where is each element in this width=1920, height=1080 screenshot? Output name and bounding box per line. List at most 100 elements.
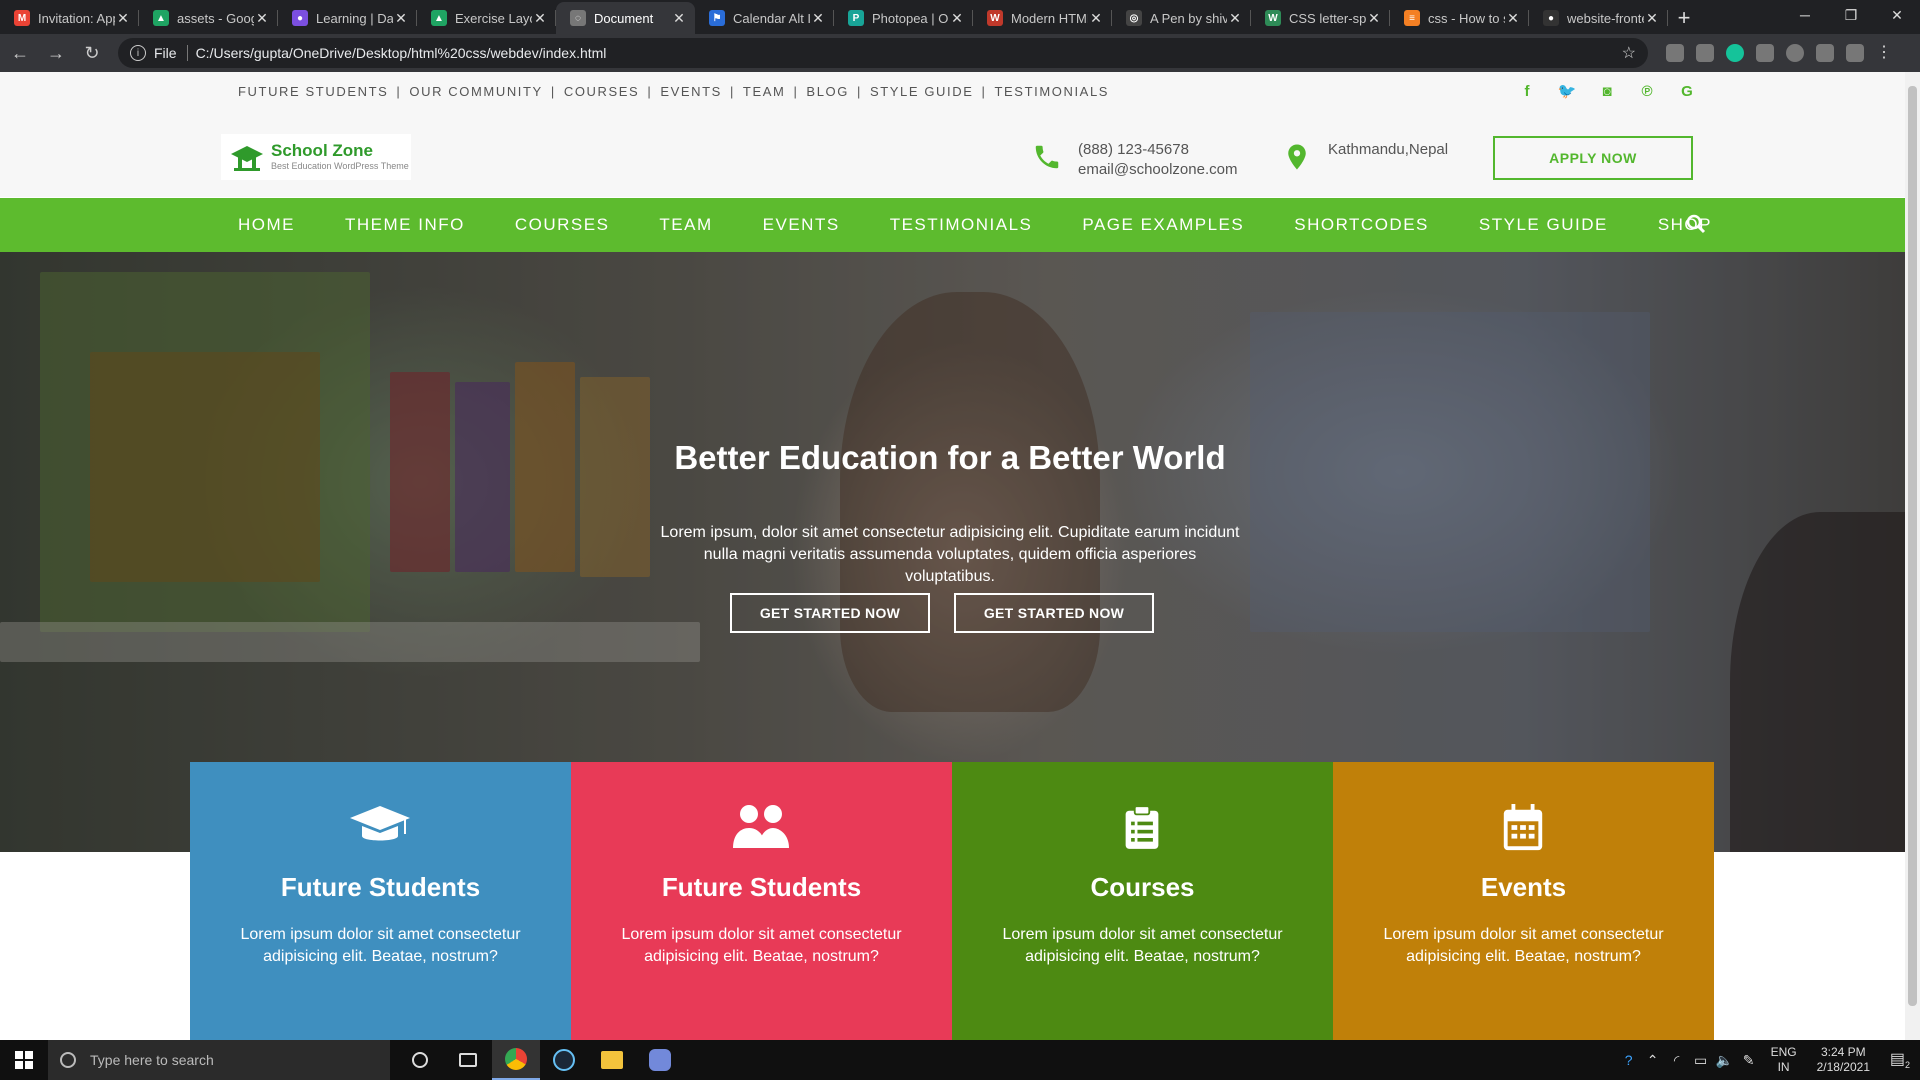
top-link[interactable]: TESTIMONIALS [995, 84, 1110, 99]
browser-tab[interactable]: ≡ css - How to s ✕ [1390, 2, 1529, 34]
apply-now-button[interactable]: APPLY NOW [1493, 136, 1693, 180]
nav-item[interactable]: THEME INFO [345, 215, 465, 235]
pinterest-icon[interactable]: ℗ [1636, 80, 1658, 102]
main-navigation: HOME THEME INFO COURSES TEAM EVENTS TESTIMONI… [0, 198, 1905, 252]
start-button[interactable] [0, 1040, 48, 1080]
search-icon[interactable] [1686, 214, 1706, 234]
new-tab-button[interactable]: + [1668, 2, 1700, 34]
address-bar[interactable]: i File C:/Users/gupta/OneDrive/Desktop/h… [118, 38, 1648, 68]
language-indicator[interactable]: ENG IN [1771, 1045, 1797, 1075]
top-link[interactable]: STYLE GUIDE [870, 84, 974, 99]
facebook-icon[interactable]: f [1516, 80, 1538, 102]
browser-tab[interactable]: ▲ Exercise Layou✕ [417, 2, 556, 34]
tab-close-icon[interactable]: ✕ [393, 10, 409, 27]
taskbar-search[interactable]: Type here to search [48, 1040, 390, 1080]
social-links: f 🐦 ◙ ℗ G [1516, 80, 1698, 102]
browser-tab[interactable]: ● website-fronte ✕ [1529, 2, 1668, 34]
cortana-button[interactable] [396, 1040, 444, 1080]
volume-icon[interactable]: 🔈 [1713, 1052, 1737, 1069]
nav-item[interactable]: EVENTS [763, 215, 840, 235]
feature-card[interactable]: Courses Lorem ipsum dolor sit amet consec… [952, 762, 1333, 1040]
google-icon[interactable]: G [1676, 80, 1698, 102]
pen-icon[interactable]: ✎ [1737, 1052, 1761, 1069]
tab-close-icon[interactable]: ✕ [1227, 10, 1243, 27]
tab-close-icon[interactable]: ✕ [1366, 10, 1382, 27]
tab-close-icon[interactable]: ✕ [810, 10, 826, 27]
twitter-icon[interactable]: 🐦 [1556, 80, 1578, 102]
top-link[interactable]: BLOG [806, 84, 849, 99]
browser-tab[interactable]: P Photopea | On ✕ [834, 2, 973, 34]
nav-item[interactable]: HOME [238, 215, 295, 235]
extension-icon[interactable] [1666, 44, 1684, 62]
tab-favicon-icon: W [1265, 10, 1281, 26]
notifications-button[interactable]: ▤2 [1880, 1049, 1920, 1070]
nav-item[interactable]: PAGE EXAMPLES [1082, 215, 1244, 235]
nav-item[interactable]: SHORTCODES [1294, 215, 1429, 235]
chrome-taskbar-icon[interactable] [492, 1040, 540, 1080]
tab-close-icon[interactable]: ✕ [671, 10, 687, 27]
get-started-button[interactable]: GET STARTED NOW [730, 593, 930, 633]
top-link[interactable]: TEAM [743, 84, 786, 99]
nav-item[interactable]: STYLE GUIDE [1479, 215, 1608, 235]
wifi-icon[interactable]: ◜ [1665, 1052, 1689, 1069]
extension-icon[interactable] [1696, 44, 1714, 62]
browser-tab[interactable]: ▲ assets - Google✕ [139, 2, 278, 34]
site-logo[interactable]: School Zone Best Education WordPress The… [221, 134, 411, 180]
feature-card[interactable]: Future Students Lorem ipsum dolor sit ame… [190, 762, 571, 1040]
nav-item[interactable]: COURSES [515, 215, 610, 235]
browser-tab[interactable]: W CSS letter-spa ✕ [1251, 2, 1390, 34]
scrollbar-thumb[interactable] [1908, 86, 1917, 1006]
minimize-button[interactable]: ─ [1782, 0, 1828, 30]
page-scrollbar[interactable] [1905, 72, 1920, 1040]
tab-close-icon[interactable]: ✕ [115, 10, 131, 27]
help-icon[interactable]: ? [1617, 1052, 1641, 1068]
extension-icon[interactable] [1786, 44, 1804, 62]
feature-card[interactable]: Events Lorem ipsum dolor sit amet consect… [1333, 762, 1714, 1040]
tab-separator [1667, 10, 1668, 26]
bookmark-star-icon[interactable]: ☆ [1622, 43, 1636, 63]
address-url[interactable]: C:/Users/gupta/OneDrive/Desktop/html%20c… [196, 45, 1622, 61]
top-link[interactable]: COURSES [564, 84, 640, 99]
nav-item[interactable]: TEAM [659, 215, 712, 235]
browser-tab[interactable]: ⚑ Calendar Alt Ic ✕ [695, 2, 834, 34]
browser-tab[interactable]: ◎ A Pen by shiva✕ [1112, 2, 1251, 34]
info-icon[interactable]: i [130, 45, 146, 61]
close-window-button[interactable]: ✕ [1874, 0, 1920, 30]
grammarly-extension-icon[interactable] [1726, 44, 1744, 62]
chevron-up-icon[interactable]: ⌃ [1641, 1052, 1665, 1069]
steam-taskbar-icon[interactable] [540, 1040, 588, 1080]
maximize-button[interactable]: ❐ [1828, 0, 1874, 30]
instagram-icon[interactable]: ◙ [1596, 80, 1618, 102]
tab-close-icon[interactable]: ✕ [1088, 10, 1104, 27]
browser-tab[interactable]: ● Learning | Das ✕ [278, 2, 417, 34]
extension-icon[interactable] [1756, 44, 1774, 62]
task-view-button[interactable] [444, 1040, 492, 1080]
browser-tab[interactable]: M Invitation: App ✕ [0, 2, 139, 34]
tab-close-icon[interactable]: ✕ [254, 10, 270, 27]
profile-avatar[interactable] [1846, 44, 1864, 62]
discord-taskbar-icon[interactable] [636, 1040, 684, 1080]
forward-button[interactable]: → [40, 37, 72, 69]
phone-number[interactable]: (888) 123-45678 [1078, 140, 1237, 160]
top-link[interactable]: OUR COMMUNITY [409, 84, 542, 99]
browser-menu-icon[interactable]: ⋮ [1876, 44, 1892, 62]
tab-close-icon[interactable]: ✕ [949, 10, 965, 27]
feature-card[interactable]: Future Students Lorem ipsum dolor sit ame… [571, 762, 952, 1040]
tab-close-icon[interactable]: ✕ [1644, 10, 1660, 27]
clock[interactable]: 3:24 PM 2/18/2021 [1817, 1045, 1870, 1075]
tab-close-icon[interactable]: ✕ [1505, 10, 1521, 27]
nav-item[interactable]: TESTIMONIALS [890, 215, 1033, 235]
tab-close-icon[interactable]: ✕ [532, 10, 548, 27]
get-started-button[interactable]: GET STARTED NOW [954, 593, 1154, 633]
browser-tab[interactable]: ◌ Document ✕ [556, 2, 695, 34]
puzzle-extensions-icon[interactable] [1816, 44, 1834, 62]
file-explorer-taskbar-icon[interactable] [588, 1040, 636, 1080]
browser-tab[interactable]: W Modern HTML ✕ [973, 2, 1112, 34]
reload-button[interactable]: ↻ [76, 37, 108, 69]
top-link[interactable]: FUTURE STUDENTS [238, 84, 388, 99]
email-address[interactable]: email@schoolzone.com [1078, 160, 1237, 180]
top-link[interactable]: EVENTS [660, 84, 722, 99]
top-links: FUTURE STUDENTS | OUR COMMUNITY | COURSES | EV… [238, 84, 1109, 99]
battery-icon[interactable]: ▭ [1689, 1052, 1713, 1069]
back-button[interactable]: ← [4, 37, 36, 69]
